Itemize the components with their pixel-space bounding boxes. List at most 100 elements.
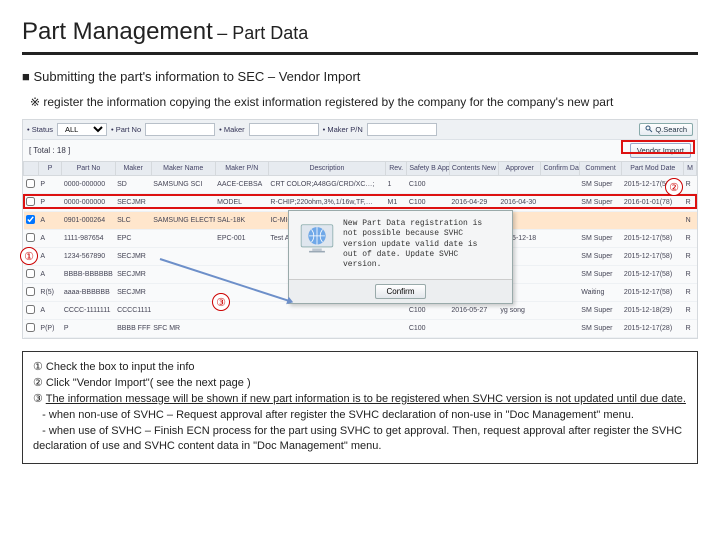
search-button-label: Q.Search [655, 125, 687, 134]
table-cell: SFC MR [151, 319, 215, 337]
row-checkbox[interactable] [26, 323, 35, 332]
table-cell [541, 211, 579, 229]
table-cell: Waiting [579, 283, 622, 301]
globe-monitor-icon [297, 219, 337, 259]
row-checkbox[interactable] [26, 215, 35, 224]
row-checkbox[interactable] [26, 197, 35, 206]
row-checkbox[interactable] [26, 287, 35, 296]
table-header-cell: Part Mod Date [622, 161, 684, 175]
legend-box: ① Check the box to input the info ② Clic… [22, 351, 698, 465]
table-cell: P(P) [38, 319, 61, 337]
section-note: ※ register the information copying the e… [30, 94, 698, 111]
table-cell: AACE-CEBSA [215, 175, 268, 193]
page-title-sub: – Part Data [217, 23, 308, 43]
table-cell: 2015-12-17(58) [622, 265, 684, 283]
popup-message: New Part Data registration is not possib… [343, 219, 482, 271]
table-cell [622, 211, 684, 229]
table-row: ACCCC-1111111CCCC1111C1002016-05-27yg so… [24, 301, 697, 319]
table-cell [151, 193, 215, 211]
search-button[interactable]: Q.Search [639, 123, 693, 136]
row-checkbox[interactable] [26, 233, 35, 242]
legend-line-5: - when use of SVHC – Finish ECN process … [33, 424, 687, 456]
table-cell [579, 211, 622, 229]
table-header-cell: Contents New [449, 161, 498, 175]
table-cell: SECJMR [115, 193, 151, 211]
table-cell [541, 265, 579, 283]
total-count: [ Total : 18 ] [29, 146, 70, 155]
legend-line-2: ② Click "Vendor Import"( see the next pa… [33, 376, 687, 392]
table-header-cell: Comment [579, 161, 622, 175]
table-cell: P [62, 319, 115, 337]
table-header-cell: Maker Name [151, 161, 215, 175]
table-cell: 1111-987654 [62, 229, 115, 247]
table-cell: yg song [498, 301, 541, 319]
table-cell: SM Super [579, 175, 622, 193]
table-cell: R [684, 175, 697, 193]
table-cell: R [684, 283, 697, 301]
legend-line-3: ③ The information message will be shown … [33, 392, 687, 408]
table-cell: SM Super [579, 301, 622, 319]
table-header-cell: Safety B Approval [407, 161, 450, 175]
legend-line-1: ① Check the box to input the info [33, 360, 687, 376]
table-cell [386, 319, 407, 337]
table-cell [24, 193, 39, 211]
table-header-cell [24, 161, 39, 175]
status-select[interactable]: ALL [57, 123, 107, 136]
table-cell [449, 319, 498, 337]
table-cell: R [684, 265, 697, 283]
legend-line-4: - when non-use of SVHC – Request approva… [33, 408, 687, 424]
table-cell: N [684, 211, 697, 229]
table-cell: SECJMR [115, 283, 151, 301]
table-cell: SM Super [579, 193, 622, 211]
table-cell: A [38, 265, 61, 283]
table-cell [449, 175, 498, 193]
table-cell: SM Super [579, 265, 622, 283]
popup-confirm-button[interactable]: Confirm [375, 284, 425, 299]
table-cell: 2015-12-17(58) [622, 247, 684, 265]
table-cell: 2016-05-27 [449, 301, 498, 319]
table-cell: SD [115, 175, 151, 193]
row-checkbox[interactable] [26, 305, 35, 314]
table-cell: 2016-04-29 [449, 193, 498, 211]
table-cell: SM Super [579, 319, 622, 337]
table-cell [151, 229, 215, 247]
table-cell: SECJMR [115, 265, 151, 283]
table-header-cell: Maker [115, 161, 151, 175]
table-cell: EPC-001 [215, 229, 268, 247]
table-header-cell: Rev. [386, 161, 407, 175]
table-cell [215, 247, 268, 265]
maker-input[interactable] [249, 123, 319, 136]
table-cell: M1 [386, 193, 407, 211]
table-header-cell: Description [268, 161, 385, 175]
table-cell [268, 319, 385, 337]
row-checkbox[interactable] [26, 269, 35, 278]
table-cell [24, 211, 39, 229]
table-cell: aaaa-BBBBBB [62, 283, 115, 301]
table-header-cell: Confirm Date [541, 161, 579, 175]
table-cell [24, 301, 39, 319]
table-row: P(P)PBBBB FFFFFFSFC MRC100SM Super2015-1… [24, 319, 697, 337]
callout-3: ③ [212, 293, 230, 311]
vendor-import-button[interactable]: Vendor Import [630, 143, 691, 158]
makerpn-input[interactable] [367, 123, 437, 136]
table-cell [215, 319, 268, 337]
table-cell [24, 175, 39, 193]
table-header-cell: Maker P/N [215, 161, 268, 175]
maker-label: • Maker [219, 125, 245, 134]
table-cell: BBBB FFFFFF [115, 319, 151, 337]
table-cell: 0000-000000 [62, 193, 115, 211]
table-cell: C100 [407, 301, 450, 319]
table-header-cell: Approver [498, 161, 541, 175]
title-divider [22, 52, 698, 55]
table-cell: BBBB-BBBBBB [62, 265, 115, 283]
table-cell: SM Super [579, 247, 622, 265]
table-cell: SECJMR [115, 247, 151, 265]
table-cell: 2015-12-17(58) [622, 283, 684, 301]
table-cell: CRT COLOR;A48GG/CRD/XC…; [268, 175, 385, 193]
row-checkbox[interactable] [26, 179, 35, 188]
table-cell: R [684, 247, 697, 265]
table-cell [386, 301, 407, 319]
table-cell [541, 229, 579, 247]
table-cell: 2015-12-17(28) [622, 319, 684, 337]
partno-input[interactable] [145, 123, 215, 136]
